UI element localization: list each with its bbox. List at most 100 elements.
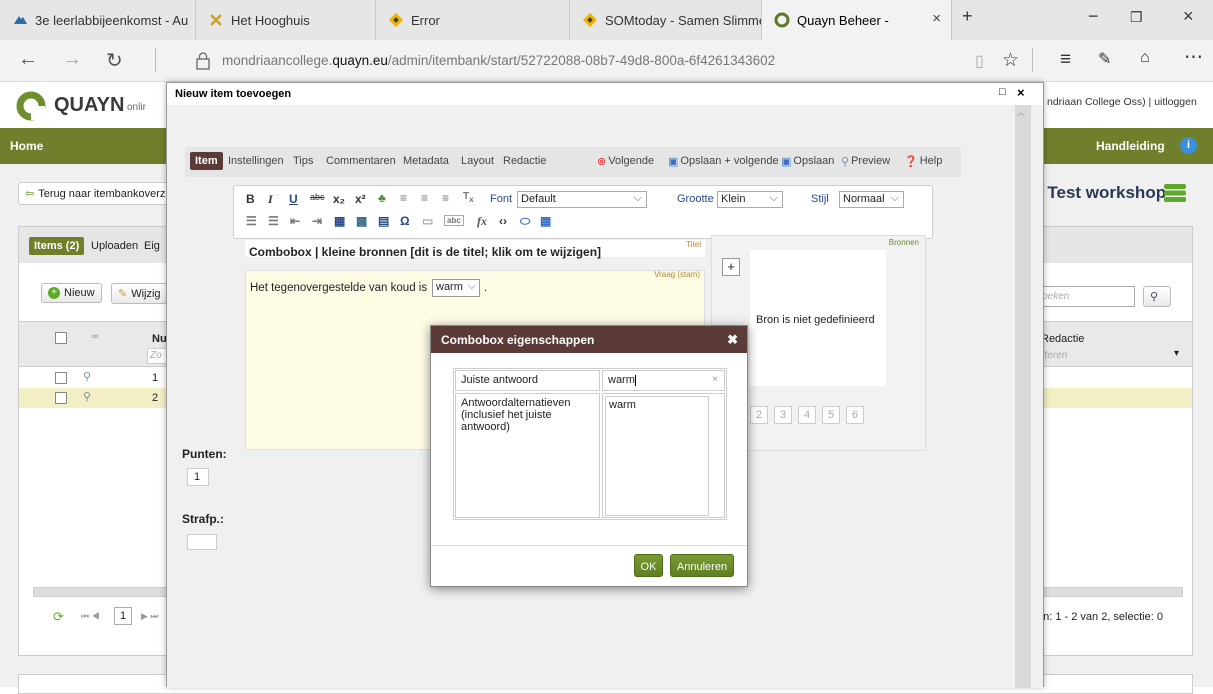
next-button[interactable]: ⊗ Volgende bbox=[597, 155, 654, 168]
hub-icon[interactable]: ≡ bbox=[1060, 49, 1071, 71]
combobox-field[interactable]: warm ⌵ bbox=[432, 279, 480, 297]
scroll-up-icon[interactable]: ︿ bbox=[1017, 107, 1029, 117]
share-icon[interactable]: ⌂ bbox=[1140, 49, 1150, 67]
table-icon[interactable]: ▦ bbox=[334, 214, 345, 228]
browser-tab-2[interactable]: Het Hooghuis bbox=[196, 0, 376, 40]
pager-first-icon[interactable]: ⏮ ◀ bbox=[81, 611, 100, 622]
user-logout-text[interactable]: ndriaan College Oss) | uitloggen bbox=[1047, 96, 1197, 108]
favorite-star-icon[interactable]: ☆ bbox=[1002, 49, 1019, 72]
tab-instellingen[interactable]: Instellingen bbox=[228, 155, 284, 167]
modal-scrollbar[interactable]: ︿ bbox=[1015, 105, 1031, 688]
web-note-icon[interactable]: ✎ bbox=[1098, 49, 1111, 69]
column-nr[interactable]: Nu bbox=[152, 333, 167, 345]
browser-tab-5-active[interactable]: Quayn Beheer - × bbox=[762, 0, 952, 40]
align-right-icon[interactable]: ≡ bbox=[442, 191, 449, 205]
refresh-grid-icon[interactable]: ⟳ bbox=[53, 609, 64, 625]
media-icon[interactable]: ▤ bbox=[378, 214, 389, 228]
strikethrough-icon[interactable]: abc bbox=[310, 192, 325, 202]
source-page-5[interactable]: 5 bbox=[822, 406, 841, 424]
italic-icon[interactable]: I bbox=[268, 192, 273, 207]
select-all-checkbox[interactable] bbox=[55, 332, 67, 344]
alternatives-textarea[interactable]: warm bbox=[605, 396, 709, 516]
penalty-input[interactable] bbox=[187, 534, 217, 550]
dropdown-arrow-icon[interactable]: ▾ bbox=[1174, 348, 1179, 359]
maximize-icon[interactable]: □ bbox=[999, 86, 1006, 98]
source-page-4[interactable]: 4 bbox=[798, 406, 817, 424]
clear-input-icon[interactable]: × bbox=[712, 374, 718, 385]
search-button[interactable]: ⚲ bbox=[1143, 286, 1171, 307]
tab-upload[interactable]: Uploaden bbox=[91, 240, 138, 252]
tab-commentaren[interactable]: Commentaren bbox=[326, 155, 396, 167]
ok-button[interactable]: OK bbox=[634, 554, 663, 577]
back-to-itembank-button[interactable]: ⇦ Terug naar itembankoverz bbox=[18, 182, 178, 205]
combobox-icon[interactable]: ▦ bbox=[540, 214, 551, 228]
nr-filter-input[interactable]: Zo bbox=[147, 348, 167, 364]
align-center-icon[interactable]: ≡ bbox=[421, 191, 428, 205]
row-checkbox[interactable] bbox=[55, 372, 67, 384]
window-close-icon[interactable]: × bbox=[1183, 6, 1194, 27]
outdent-icon[interactable]: ⇤ bbox=[290, 214, 300, 228]
correct-answer-input[interactable]: warm × bbox=[602, 370, 725, 391]
new-item-button[interactable]: + Nieuw bbox=[41, 283, 102, 303]
special-char-icon[interactable]: ♣ bbox=[378, 191, 386, 205]
input-field-icon[interactable]: abc bbox=[444, 215, 464, 226]
row-checkbox[interactable] bbox=[55, 392, 67, 404]
bold-icon[interactable]: B bbox=[246, 192, 255, 206]
source-page-6[interactable]: 6 bbox=[846, 406, 865, 424]
link-icon[interactable]: ⬭ bbox=[520, 214, 530, 229]
tab-redactie[interactable]: Redactie bbox=[503, 155, 546, 167]
dialog-close-icon[interactable]: ✖ bbox=[727, 332, 738, 348]
preview-button[interactable]: ⚲ Preview bbox=[841, 155, 890, 168]
search-input[interactable]: Zoeken bbox=[1031, 286, 1135, 307]
size-select[interactable]: Klein ⌵ bbox=[717, 191, 783, 208]
restore-icon[interactable]: ❐ bbox=[1130, 9, 1143, 26]
info-icon[interactable]: i bbox=[1180, 137, 1197, 154]
omega-icon[interactable]: Ω bbox=[400, 214, 410, 228]
source-page-3[interactable]: 3 bbox=[774, 406, 793, 424]
tab-close-icon[interactable]: × bbox=[932, 10, 941, 27]
add-source-button[interactable]: + bbox=[722, 258, 740, 276]
tab-properties[interactable]: Eig bbox=[144, 240, 160, 252]
formula-icon[interactable]: fx bbox=[477, 214, 487, 229]
textbox-icon[interactable]: ▭ bbox=[422, 214, 433, 228]
reading-view-icon[interactable]: ▯ bbox=[975, 51, 984, 71]
modal-close-icon[interactable]: × bbox=[1017, 85, 1025, 100]
numbered-list-icon[interactable]: ☰ bbox=[268, 214, 279, 228]
new-tab-icon[interactable]: + bbox=[962, 6, 973, 27]
browser-tab-3[interactable]: Error bbox=[376, 0, 570, 40]
indent-icon[interactable]: ⇥ bbox=[312, 214, 322, 228]
back-icon[interactable]: ← bbox=[18, 48, 38, 71]
image-icon[interactable]: ▩ bbox=[356, 214, 367, 228]
tab-layout[interactable]: Layout bbox=[461, 155, 494, 167]
align-left-icon[interactable]: ≡ bbox=[400, 191, 407, 205]
source-page-2[interactable]: 2 bbox=[750, 406, 769, 424]
tab-metadata[interactable]: Metadata bbox=[403, 155, 449, 167]
browser-tab-4[interactable]: SOMtoday - Samen Slimme bbox=[570, 0, 762, 40]
superscript-icon[interactable]: x² bbox=[355, 192, 366, 206]
pager-next-icon[interactable]: ▶ ⏭ bbox=[141, 611, 159, 622]
save-button[interactable]: ▣ Opslaan bbox=[781, 155, 834, 168]
url-field[interactable]: mondriaancollege.quayn.eu/admin/itembank… bbox=[222, 53, 775, 68]
bullet-list-icon[interactable]: ☰ bbox=[246, 214, 257, 228]
more-icon[interactable]: ⋯ bbox=[1184, 46, 1203, 69]
nav-manual[interactable]: Handleiding bbox=[1096, 139, 1165, 153]
browser-tab-1[interactable]: 3e leerlabbijeenkomst - Au bbox=[0, 0, 196, 40]
column-redactie[interactable]: Redactie bbox=[1041, 333, 1084, 345]
preview-icon[interactable]: ⚲ bbox=[83, 370, 91, 383]
refresh-icon[interactable]: ↻ bbox=[106, 48, 123, 73]
clear-format-icon[interactable]: Tx bbox=[463, 191, 474, 204]
underline-icon[interactable]: U bbox=[289, 192, 298, 206]
source-code-icon[interactable]: ‹› bbox=[499, 214, 507, 228]
tab-tips[interactable]: Tips bbox=[293, 155, 313, 167]
style-select[interactable]: Normaal ⌵ bbox=[839, 191, 904, 208]
cancel-button[interactable]: Annuleren bbox=[670, 554, 734, 577]
font-select[interactable]: Default ⌵ bbox=[517, 191, 647, 208]
forward-icon[interactable]: → bbox=[62, 48, 82, 71]
subscript-icon[interactable]: x₂ bbox=[333, 192, 345, 206]
minimize-icon[interactable]: − bbox=[1088, 6, 1099, 27]
edit-item-button[interactable]: ✎ Wijzig bbox=[111, 283, 167, 304]
points-input[interactable]: 1 bbox=[187, 468, 209, 486]
preview-icon[interactable]: ⚲ bbox=[83, 390, 91, 403]
help-button[interactable]: ❓ Help bbox=[904, 155, 942, 168]
save-next-button[interactable]: ▣ Opslaan + volgende bbox=[668, 155, 779, 168]
